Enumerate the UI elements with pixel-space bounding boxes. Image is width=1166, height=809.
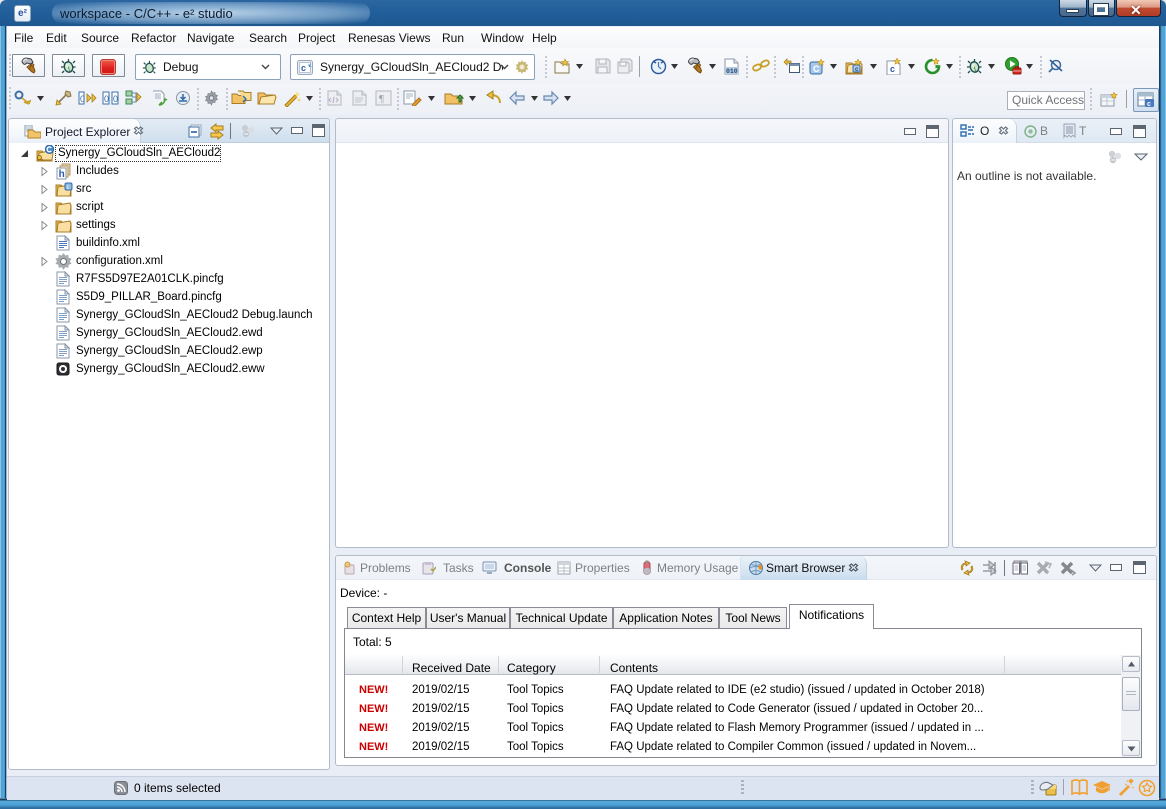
svg-text:0: 0 bbox=[113, 94, 118, 104]
svg-text:c: c bbox=[301, 63, 306, 73]
svg-text:h: h bbox=[59, 169, 65, 180]
svg-text:c: c bbox=[67, 185, 70, 191]
svg-text:¶: ¶ bbox=[379, 93, 384, 105]
svg-text:0: 0 bbox=[104, 94, 109, 104]
svg-text:010: 010 bbox=[726, 68, 738, 75]
svg-text:c: c bbox=[890, 64, 895, 74]
svg-text:c: c bbox=[1147, 101, 1151, 108]
svg-text:0: 0 bbox=[80, 94, 85, 104]
